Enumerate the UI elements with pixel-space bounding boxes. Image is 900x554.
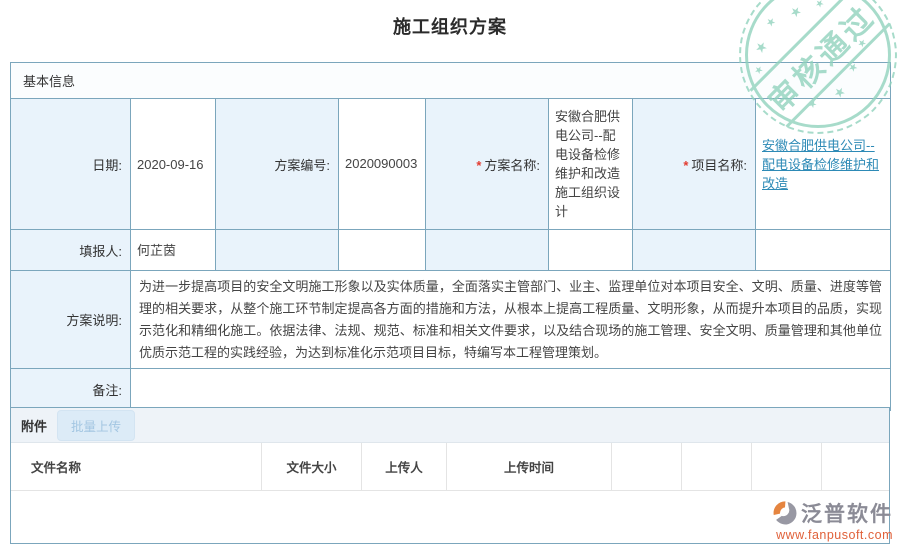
plan-name-label: *方案名称: <box>426 99 549 230</box>
project-name-cell: 安徽合肥供电公司--配电设备检修维护和改造 <box>756 99 891 230</box>
empty-label-cell <box>633 230 756 271</box>
required-asterisk: * <box>683 158 688 173</box>
column-uploader: 上传人 <box>362 443 447 490</box>
attachments-column-row: 文件名称 文件大小 上传人 上传时间 <box>11 443 889 491</box>
empty-label-cell <box>426 230 549 271</box>
plan-no-value: 2020090003 <box>339 99 426 230</box>
attachments-header: 附件 批量上传 <box>11 408 889 443</box>
attachments-empty-body <box>11 491 889 543</box>
star-icon: ★ <box>752 38 771 57</box>
empty-column <box>822 443 889 490</box>
basic-info-table: 基本信息 日期: 2020-09-16 方案编号: 2020090003 *方案… <box>10 62 891 411</box>
empty-column <box>612 443 682 490</box>
remark-value <box>131 369 891 411</box>
required-asterisk: * <box>476 158 481 173</box>
batch-upload-button[interactable]: 批量上传 <box>57 410 135 441</box>
empty-column <box>682 443 752 490</box>
column-upload-time: 上传时间 <box>447 443 612 490</box>
column-file-name: 文件名称 <box>11 443 262 490</box>
star-icon: ★ <box>814 0 827 11</box>
fanpu-logo-icon <box>772 500 798 526</box>
attachments-title: 附件 <box>21 416 47 435</box>
reporter-value: 何芷茵 <box>131 230 216 271</box>
star-icon: ★ <box>856 37 869 50</box>
empty-column <box>752 443 822 490</box>
fanpu-logo: 泛普软件 www.fanpusoft.com <box>772 498 893 542</box>
plan-name-value: 安徽合肥供电公司--配电设备检修维护和改造施工组织设计 <box>549 99 633 230</box>
basic-info-section-title: 基本信息 <box>11 63 891 99</box>
description-value: 为进一步提高项目的安全文明施工形象以及实体质量，全面落实主管部门、业主、监理单位… <box>131 271 891 369</box>
logo-url: www.fanpusoft.com <box>776 528 893 542</box>
attachments-section: 附件 批量上传 文件名称 文件大小 上传人 上传时间 <box>10 407 890 544</box>
empty-label-cell <box>216 230 339 271</box>
description-label: 方案说明: <box>11 271 131 369</box>
date-label: 日期: <box>11 99 131 230</box>
empty-value-cell <box>339 230 426 271</box>
remark-label: 备注: <box>11 369 131 411</box>
empty-value-cell <box>549 230 633 271</box>
page-title: 施工组织方案 <box>0 13 900 39</box>
project-name-link[interactable]: 安徽合肥供电公司--配电设备检修维护和改造 <box>762 138 879 191</box>
date-value: 2020-09-16 <box>131 99 216 230</box>
empty-value-cell <box>756 230 891 271</box>
reporter-label: 填报人: <box>11 230 131 271</box>
plan-no-label: 方案编号: <box>216 99 339 230</box>
project-name-label: *项目名称: <box>633 99 756 230</box>
column-file-size: 文件大小 <box>262 443 362 490</box>
logo-text: 泛普软件 <box>801 498 893 528</box>
